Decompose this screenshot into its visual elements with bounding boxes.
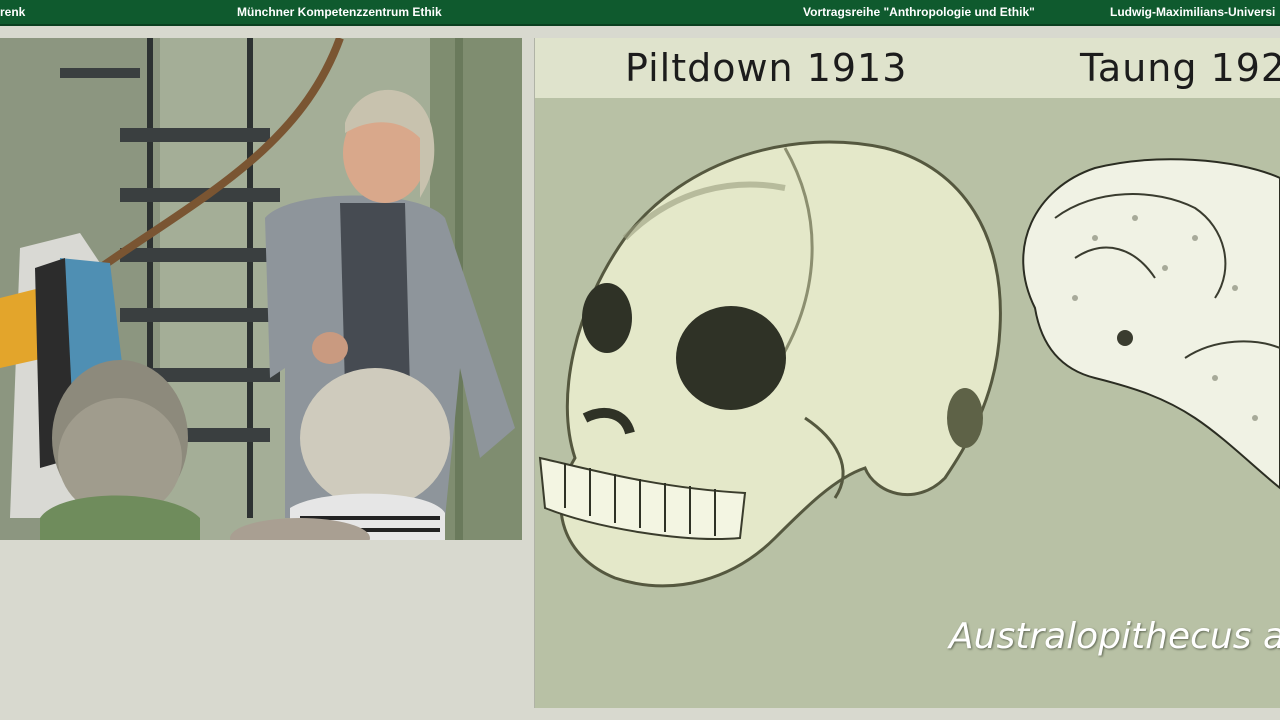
piltdown-skull-image <box>538 140 1002 588</box>
slide-title-piltdown: Piltdown 1913 <box>625 46 908 90</box>
presentation-slide: Piltdown 1913 Taung 192 Australopithecus… <box>535 38 1280 708</box>
slide-title-taung: Taung 192 <box>1080 46 1280 90</box>
top-banner: renk Münchner Kompetenzzentrum Ethik Vor… <box>0 0 1280 26</box>
slide-caption: Australopithecus afr <box>949 616 1280 657</box>
banner-left-text: renk <box>0 5 26 19</box>
banner-university-text: Ludwig-Maximilians-Universi <box>1110 5 1276 19</box>
banner-center-text: Münchner Kompetenzzentrum Ethik <box>237 5 442 19</box>
skull-illustrations <box>538 140 1280 588</box>
video-frame-illustration <box>0 38 522 540</box>
speaker-video <box>0 38 522 540</box>
banner-series-text: Vortragsreihe "Anthropologie und Ethik" <box>803 5 1035 19</box>
taung-skull-image <box>1022 158 1280 490</box>
